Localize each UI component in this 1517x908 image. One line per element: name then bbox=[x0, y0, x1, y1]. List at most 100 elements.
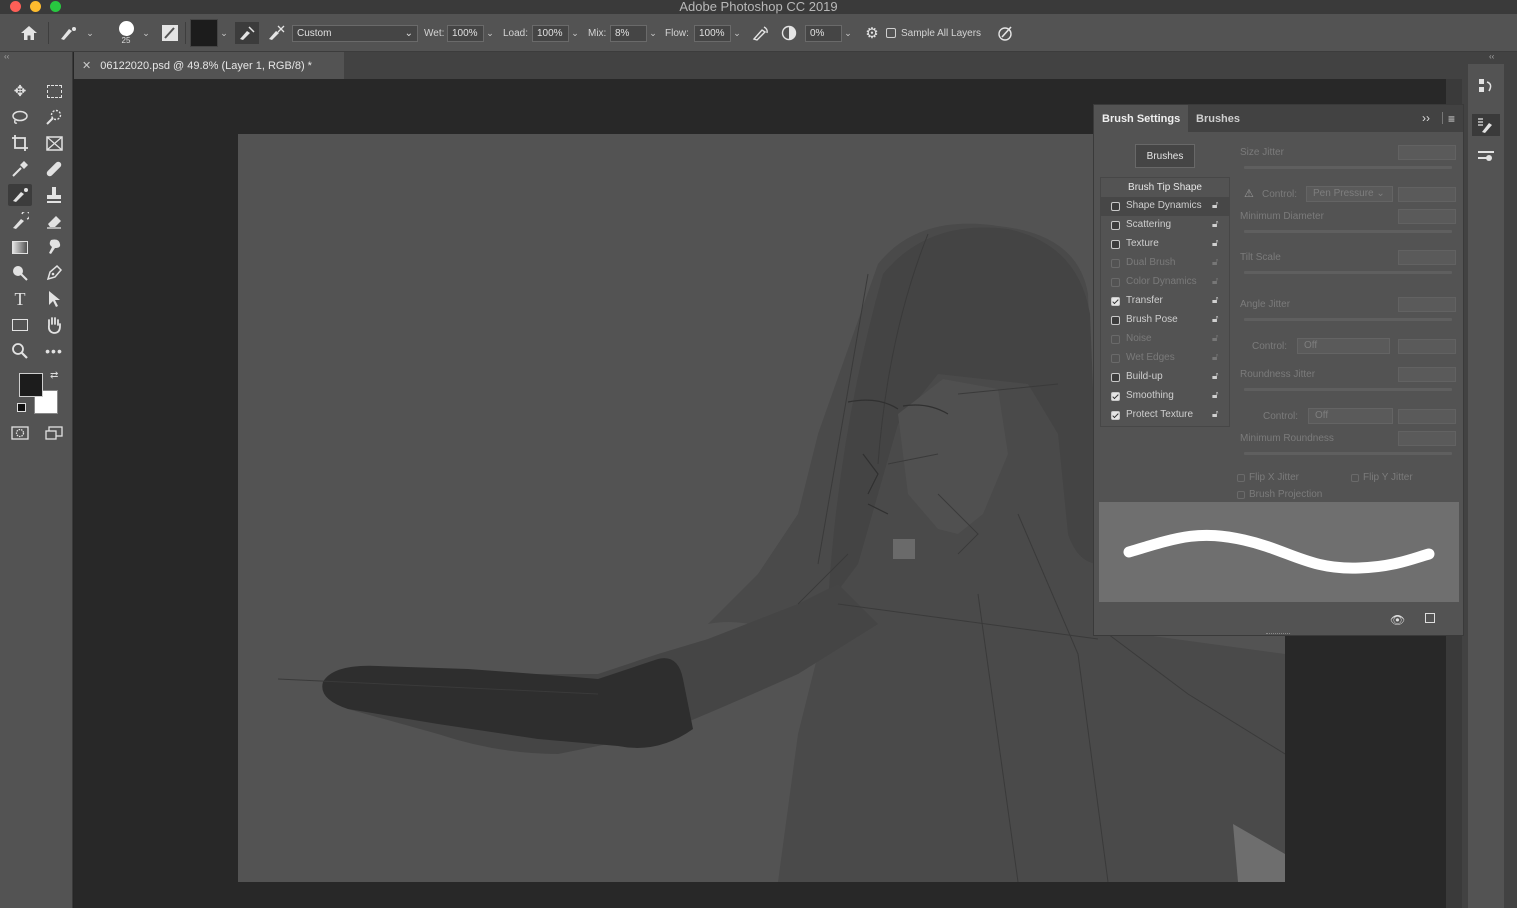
close-tab-icon[interactable]: ✕ bbox=[82, 59, 91, 72]
brushes-panel-icon[interactable] bbox=[1475, 146, 1497, 166]
pen-tool-icon[interactable] bbox=[42, 262, 66, 284]
checkbox[interactable] bbox=[1111, 411, 1120, 420]
checkbox[interactable] bbox=[1111, 297, 1120, 306]
list-item[interactable]: Color Dynamics 🔓︎ bbox=[1101, 273, 1229, 292]
eraser-tool-icon[interactable] bbox=[42, 210, 66, 232]
marquee-tool-icon[interactable] bbox=[42, 80, 66, 102]
checkbox[interactable] bbox=[1111, 316, 1120, 325]
angle-button[interactable] bbox=[779, 14, 799, 52]
minimum-roundness-slider[interactable] bbox=[1244, 452, 1452, 455]
lock-icon[interactable]: 🔓︎ bbox=[1212, 219, 1223, 232]
swap-colors-icon[interactable]: ⇄ bbox=[50, 370, 58, 381]
lock-icon[interactable]: 🔓︎ bbox=[1212, 238, 1223, 251]
brush-preset-dropdown-icon[interactable]: ⌄ bbox=[140, 25, 152, 42]
foreground-color-swatch[interactable] bbox=[19, 373, 43, 397]
list-item[interactable]: Wet Edges 🔓︎ bbox=[1101, 349, 1229, 368]
size-jitter-slider[interactable] bbox=[1244, 166, 1452, 169]
collapse-panel-icon[interactable]: ›› bbox=[1422, 111, 1430, 125]
healing-brush-tool-icon[interactable] bbox=[42, 158, 66, 180]
brush-preset-picker[interactable]: 25 bbox=[112, 14, 140, 52]
minimum-diameter-slider[interactable] bbox=[1244, 230, 1452, 233]
wet-input[interactable]: 100% bbox=[447, 24, 484, 42]
expand-panels-icon[interactable]: ‹‹ bbox=[1489, 52, 1494, 61]
quick-selection-tool-icon[interactable] bbox=[42, 106, 66, 128]
roundness-jitter-slider[interactable] bbox=[1244, 388, 1452, 391]
gradient-tool-icon[interactable] bbox=[8, 236, 32, 258]
toggle-brush-settings-button[interactable] bbox=[158, 14, 182, 52]
lock-icon[interactable]: 🔓︎ bbox=[1212, 333, 1223, 346]
roundness-control-input[interactable] bbox=[1398, 409, 1456, 424]
checkbox[interactable] bbox=[1111, 335, 1120, 344]
document-tab[interactable]: ✕ 06122020.psd @ 49.8% (Layer 1, RGB/8) … bbox=[74, 52, 344, 79]
flip-y-checkbox[interactable] bbox=[1351, 474, 1359, 482]
lock-icon[interactable]: 🔓︎ bbox=[1212, 200, 1223, 213]
toggle-live-tip-preview-icon[interactable]: 👁︎ bbox=[1390, 613, 1405, 627]
load-swatch-dropdown-icon[interactable]: ⌄ bbox=[218, 25, 230, 42]
load-dropdown-icon[interactable]: ⌄ bbox=[569, 25, 581, 42]
brush-settings-panel-icon[interactable] bbox=[1472, 114, 1500, 136]
lock-icon[interactable]: 🔓︎ bbox=[1212, 390, 1223, 403]
crop-tool-icon[interactable] bbox=[8, 132, 32, 154]
list-item[interactable]: Texture 🔓︎ bbox=[1101, 235, 1229, 254]
zoom-tool-icon[interactable] bbox=[8, 340, 32, 362]
panel-menu-icon[interactable]: ≡ bbox=[1448, 112, 1455, 126]
more-tools-icon[interactable]: ••• bbox=[42, 340, 66, 362]
current-load-swatch[interactable] bbox=[189, 14, 219, 52]
checkbox[interactable] bbox=[1111, 278, 1120, 287]
flow-input[interactable]: 100% bbox=[694, 24, 731, 42]
history-panel-icon[interactable] bbox=[1475, 76, 1497, 96]
tab-brush-settings[interactable]: Brush Settings bbox=[1094, 105, 1189, 132]
mix-input[interactable]: 8% bbox=[610, 24, 647, 42]
lock-icon[interactable]: 🔓︎ bbox=[1212, 257, 1223, 270]
eyedropper-tool-icon[interactable] bbox=[8, 158, 32, 180]
lasso-tool-icon[interactable] bbox=[8, 106, 32, 128]
settings-button[interactable]: ⚙ bbox=[862, 14, 882, 52]
minimum-roundness-input[interactable] bbox=[1398, 431, 1456, 446]
checkbox[interactable] bbox=[1111, 373, 1120, 382]
checkbox[interactable] bbox=[1111, 259, 1120, 268]
list-item[interactable]: Dual Brush 🔓︎ bbox=[1101, 254, 1229, 273]
tab-brushes[interactable]: Brushes bbox=[1188, 105, 1248, 132]
flip-x-checkbox[interactable] bbox=[1237, 474, 1245, 482]
tilt-scale-slider[interactable] bbox=[1244, 271, 1452, 274]
lock-icon[interactable]: 🔓︎ bbox=[1212, 371, 1223, 384]
lock-icon[interactable]: 🔓︎ bbox=[1212, 314, 1223, 327]
list-item[interactable]: Transfer 🔓︎ bbox=[1101, 292, 1229, 311]
history-brush-tool-icon[interactable] bbox=[8, 210, 32, 232]
hand-tool-icon[interactable] bbox=[42, 314, 66, 336]
checkbox[interactable] bbox=[1111, 392, 1120, 401]
minimum-diameter-input[interactable] bbox=[1398, 209, 1456, 224]
smoothing-input[interactable]: 0% bbox=[805, 24, 842, 42]
checkbox[interactable] bbox=[1111, 202, 1120, 211]
tilt-scale-input[interactable] bbox=[1398, 250, 1456, 265]
frame-tool-icon[interactable] bbox=[42, 132, 66, 154]
load-brush-button[interactable] bbox=[235, 22, 259, 44]
dodge-tool-icon[interactable] bbox=[8, 262, 32, 284]
roundness-control-select[interactable]: Off bbox=[1308, 408, 1393, 424]
clone-stamp-tool-icon[interactable] bbox=[42, 184, 66, 206]
lock-icon[interactable]: 🔓︎ bbox=[1212, 352, 1223, 365]
clean-brush-button[interactable] bbox=[264, 14, 288, 52]
angle-control-select[interactable]: Off bbox=[1297, 338, 1390, 354]
angle-control-input[interactable] bbox=[1398, 339, 1456, 354]
smudge-tool-icon[interactable] bbox=[42, 236, 66, 258]
checkbox[interactable] bbox=[1111, 354, 1120, 363]
size-jitter-input[interactable] bbox=[1398, 145, 1456, 160]
mixer-preset-select[interactable]: Custom ⌄ bbox=[292, 24, 418, 42]
home-button[interactable] bbox=[16, 14, 42, 52]
list-item[interactable]: Noise 🔓︎ bbox=[1101, 330, 1229, 349]
airbrush-button[interactable] bbox=[750, 14, 772, 52]
create-new-brush-icon[interactable] bbox=[1425, 613, 1435, 623]
type-tool-icon[interactable]: T bbox=[8, 288, 32, 310]
list-item[interactable]: Brush Pose 🔓︎ bbox=[1101, 311, 1229, 330]
checkbox[interactable] bbox=[1111, 240, 1120, 249]
lock-icon[interactable]: 🔓︎ bbox=[1212, 276, 1223, 289]
roundness-jitter-input[interactable] bbox=[1398, 367, 1456, 382]
lock-icon[interactable]: 🔓︎ bbox=[1212, 295, 1223, 308]
list-item-brush-tip-shape[interactable]: Brush Tip Shape bbox=[1101, 178, 1229, 197]
brushes-button[interactable]: Brushes bbox=[1135, 144, 1195, 168]
checkbox[interactable] bbox=[1111, 221, 1120, 230]
flow-dropdown-icon[interactable]: ⌄ bbox=[731, 25, 743, 42]
smoothing-dropdown-icon[interactable]: ⌄ bbox=[842, 25, 854, 42]
path-selection-tool-icon[interactable] bbox=[42, 288, 66, 310]
